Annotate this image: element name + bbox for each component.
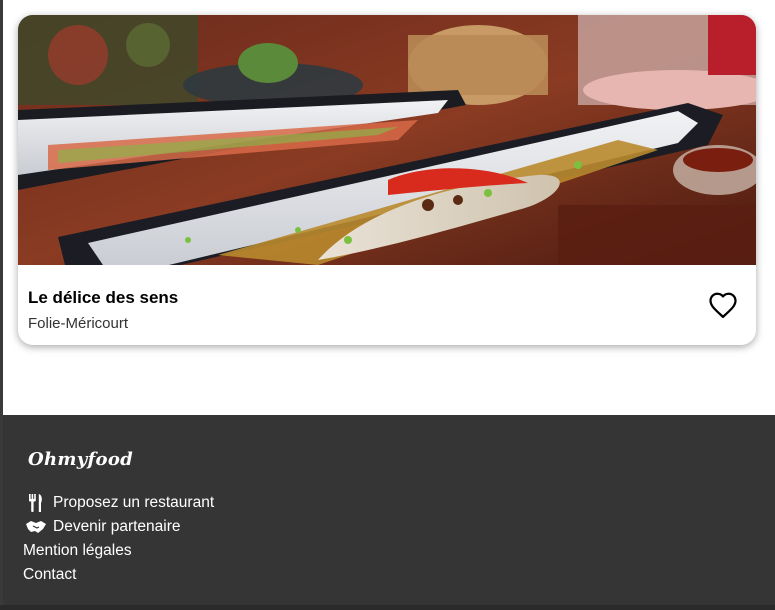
restaurant-name[interactable]: Le délice des sens bbox=[28, 288, 178, 308]
restaurant-photo bbox=[18, 15, 756, 265]
restaurant-location: Folie-Méricourt bbox=[28, 315, 129, 332]
restaurant-card[interactable]: Le délice des sens Folie-Méricourt bbox=[18, 15, 756, 345]
footer-link-label[interactable]: Proposez un restaurant bbox=[53, 491, 214, 515]
footer-link-propose-restaurant[interactable]: Proposez un restaurant bbox=[23, 491, 214, 515]
heart-outline-icon[interactable] bbox=[708, 291, 738, 319]
footer-link-contact[interactable]: Contact bbox=[23, 563, 214, 587]
footer-logo[interactable]: Ohmyfood bbox=[28, 449, 133, 470]
footer-links: Proposez un restaurant Devenir partenair… bbox=[23, 491, 214, 587]
footer-bottom-edge bbox=[0, 605, 775, 610]
site-footer: Ohmyfood Proposez un restaurant Devenir … bbox=[3, 415, 775, 605]
main-content: Le délice des sens Folie-Méricourt bbox=[3, 0, 775, 415]
footer-link-legal[interactable]: Mention légales bbox=[23, 539, 214, 563]
footer-link-become-partner[interactable]: Devenir partenaire bbox=[23, 515, 214, 539]
handshake-icon bbox=[25, 517, 47, 537]
utensils-icon bbox=[25, 493, 47, 513]
footer-link-label[interactable]: Contact bbox=[23, 563, 76, 587]
footer-link-label[interactable]: Devenir partenaire bbox=[53, 515, 181, 539]
footer-link-label[interactable]: Mention légales bbox=[23, 539, 132, 563]
card-info: Le délice des sens Folie-Méricourt bbox=[18, 265, 756, 345]
